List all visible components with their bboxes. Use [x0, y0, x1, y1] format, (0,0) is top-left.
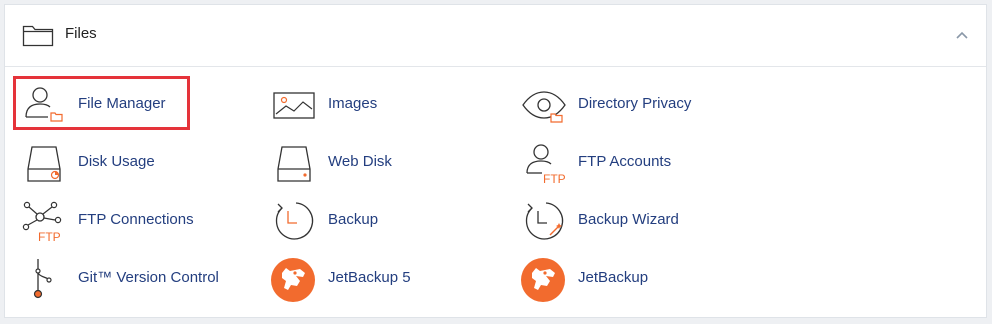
jetbackup-5-link[interactable]: JetBackup 5 [266, 254, 466, 304]
jetbackup-label: JetBackup [578, 269, 649, 286]
section-header[interactable]: Files [5, 5, 986, 67]
section-title: Files [65, 25, 97, 42]
clock-backup-icon [270, 199, 316, 243]
jetbackup-link[interactable]: JetBackup [516, 254, 716, 304]
jetbackup-logo-icon [270, 257, 316, 302]
jetbackup-5-label: JetBackup 5 [328, 269, 411, 286]
git-branch-icon [20, 257, 66, 301]
web-disk-label: Web Disk [328, 153, 392, 170]
file-manager-link[interactable]: File Manager [16, 80, 216, 130]
ftp-accounts-link[interactable]: FTP FTP Accounts [516, 138, 736, 188]
backup-link[interactable]: Backup [266, 196, 466, 246]
image-icon [270, 83, 316, 127]
disk-usage-link[interactable]: Disk Usage [16, 138, 216, 188]
backup-wizard-label: Backup Wizard [578, 211, 679, 228]
ftp-text: FTP [543, 172, 566, 185]
file-manager-label: File Manager [78, 95, 166, 112]
user-folder-icon [20, 83, 66, 127]
web-disk-link[interactable]: Web Disk [266, 138, 466, 188]
hard-disk-icon [270, 141, 316, 185]
ftp-text: FTP [38, 230, 61, 243]
eye-folder-icon [520, 83, 566, 127]
ftp-connections-label: FTP Connections [78, 211, 194, 228]
chevron-up-icon[interactable] [954, 27, 970, 43]
backup-label: Backup [328, 211, 379, 228]
git-version-control-label: Git™ Version Control [78, 269, 219, 286]
network-ftp-icon: FTP [20, 199, 66, 243]
folder-icon [22, 22, 54, 48]
directory-privacy-link[interactable]: Directory Privacy [516, 80, 736, 130]
disk-usage-label: Disk Usage [78, 153, 155, 170]
images-link[interactable]: Images [266, 80, 466, 130]
images-label: Images [328, 95, 378, 112]
disk-chart-icon [20, 141, 66, 185]
ftp-accounts-label: FTP Accounts [578, 153, 672, 170]
clock-wand-icon [520, 199, 566, 243]
git-version-control-link[interactable]: Git™ Version Control [16, 254, 236, 304]
backup-wizard-link[interactable]: Backup Wizard [516, 196, 736, 246]
user-ftp-icon: FTP [520, 141, 566, 185]
directory-privacy-label: Directory Privacy [578, 95, 692, 112]
jetbackup-logo-icon [520, 257, 566, 302]
ftp-connections-link[interactable]: FTP FTP Connections [16, 196, 216, 246]
